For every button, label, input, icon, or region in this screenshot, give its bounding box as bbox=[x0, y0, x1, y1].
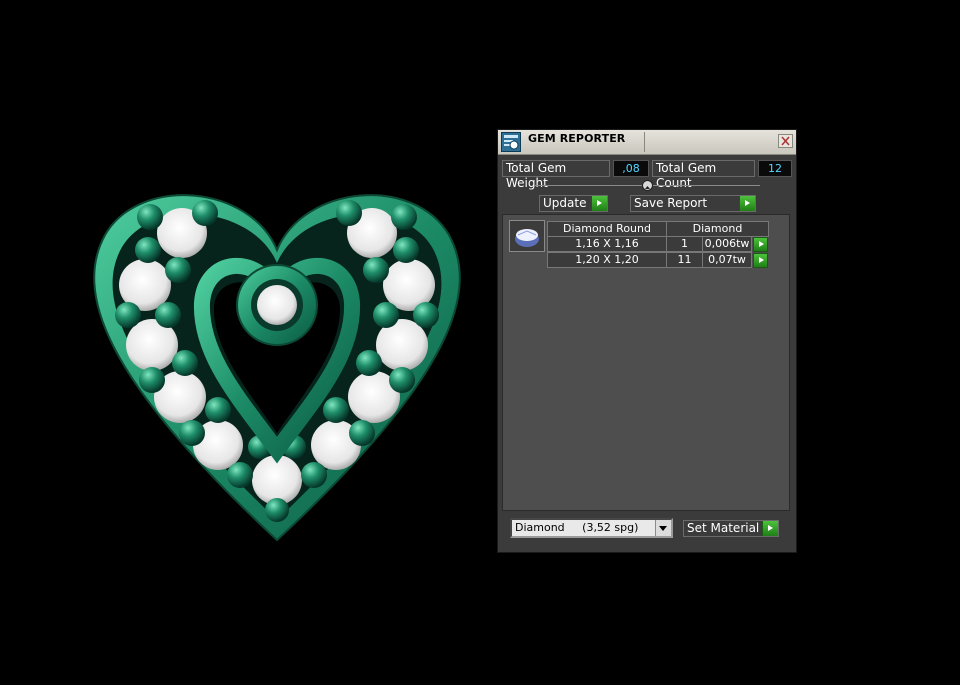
report-area: Diamond Round Diamond 1,16 X 1,16 1 0,00… bbox=[502, 214, 790, 511]
material-header: Diamond bbox=[666, 221, 769, 237]
gem-weight-cell: 0,006tw bbox=[702, 236, 752, 252]
diamond-round-thumbnail[interactable] bbox=[509, 220, 545, 252]
play-arrow-icon bbox=[591, 196, 607, 211]
gem-type-header: Diamond Round bbox=[547, 221, 667, 237]
gem-weight-cell: 0,07tw bbox=[702, 252, 752, 268]
3d-viewport[interactable] bbox=[0, 0, 960, 685]
slider-handle[interactable] bbox=[642, 180, 653, 191]
update-button[interactable]: Update bbox=[539, 195, 608, 212]
center-bezel-setting bbox=[236, 264, 318, 346]
window-title: GEM REPORTER bbox=[528, 132, 626, 145]
chevron-up-icon bbox=[645, 186, 650, 189]
gem-size-cell: 1,16 X 1,16 bbox=[547, 236, 667, 252]
close-icon bbox=[781, 136, 790, 146]
row-select-arrow-icon[interactable] bbox=[753, 237, 768, 252]
gem-size-cell: 1,20 X 1,20 bbox=[547, 252, 667, 268]
gem-count-cell: 11 bbox=[666, 252, 703, 268]
row-select-arrow-icon[interactable] bbox=[753, 253, 768, 268]
material-select[interactable]: Diamond (3,52 spg) bbox=[510, 518, 673, 538]
play-arrow-icon bbox=[762, 521, 778, 536]
gem-reporter-icon bbox=[501, 132, 521, 152]
total-gem-weight-value: ,08 bbox=[613, 160, 649, 177]
total-gem-weight-label: Total Gem Weight bbox=[502, 160, 610, 190]
total-gem-count-label: Total Gem Count bbox=[652, 160, 755, 190]
material-select-value: Diamond (3,52 spg) bbox=[515, 521, 639, 534]
titlebar[interactable]: GEM REPORTER bbox=[498, 130, 796, 155]
total-gem-count-value: 12 bbox=[758, 160, 792, 177]
save-report-button[interactable]: Save Report bbox=[630, 195, 756, 212]
gem-reporter-panel: GEM REPORTER Total Gem Weight ,08 Total … bbox=[497, 129, 797, 553]
close-button[interactable] bbox=[778, 134, 793, 148]
gem-count-cell: 1 bbox=[666, 236, 703, 252]
diamond-icon bbox=[515, 229, 539, 247]
save-report-button-label: Save Report bbox=[634, 196, 708, 210]
title-separator bbox=[644, 132, 645, 152]
set-material-button-label: Set Material bbox=[687, 521, 760, 535]
chevron-down-icon[interactable] bbox=[655, 520, 671, 536]
update-button-label: Update bbox=[543, 196, 587, 210]
set-material-button[interactable]: Set Material bbox=[683, 520, 779, 537]
play-arrow-icon bbox=[739, 196, 755, 211]
heart-pendant-model[interactable] bbox=[80, 175, 475, 550]
